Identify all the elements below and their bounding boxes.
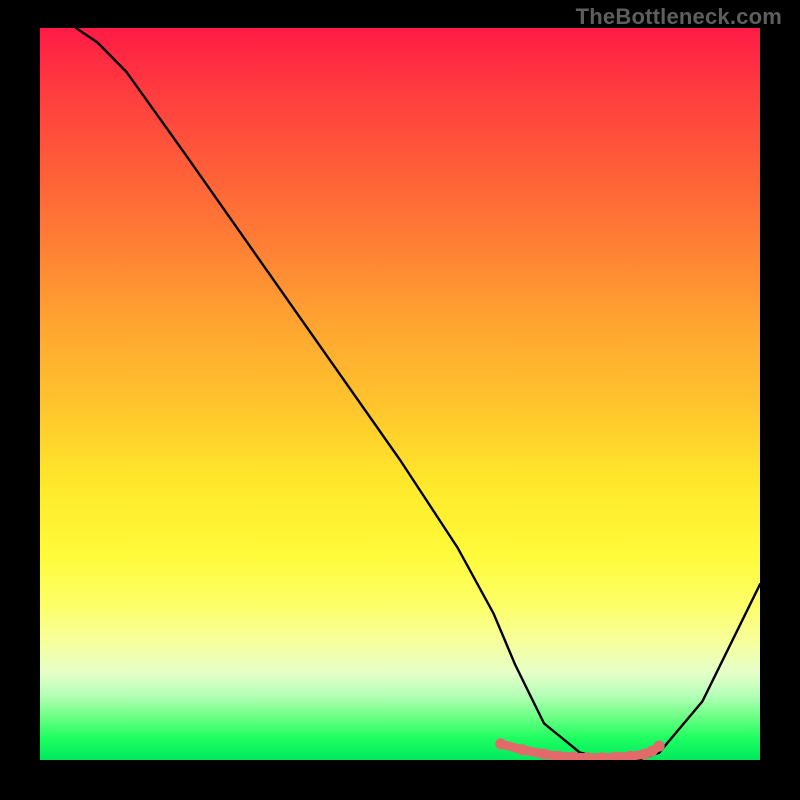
- plot-area: [40, 28, 760, 760]
- bottleneck-curve: [76, 28, 760, 760]
- marker-dot: [495, 738, 506, 749]
- curve-svg: [40, 28, 760, 760]
- chart-frame: TheBottleneck.com: [0, 0, 800, 800]
- marker-dot: [539, 749, 550, 760]
- marker-dot: [517, 744, 528, 755]
- marker-dot: [654, 741, 665, 752]
- watermark-text: TheBottleneck.com: [576, 4, 782, 30]
- marker-group: [495, 738, 664, 760]
